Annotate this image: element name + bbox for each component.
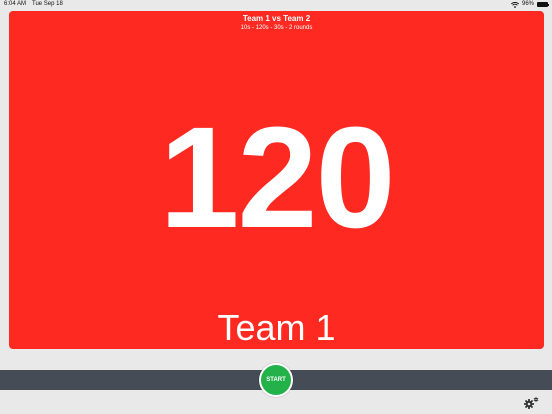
wifi-icon: [510, 1, 519, 8]
status-left: 6:04 AM Tue Sep 18: [4, 0, 63, 9]
battery-percent: 96%: [521, 1, 534, 7]
match-title: Team 1 vs Team 2: [242, 14, 311, 23]
current-team-name: Team 1: [217, 307, 336, 348]
battery-icon: [537, 2, 549, 7]
status-date: Tue Sep 18: [32, 1, 63, 7]
gear-icon[interactable]: [522, 396, 540, 410]
status-time: 6:04 AM: [4, 1, 27, 7]
battery-level-fill: [538, 3, 547, 6]
status-right: 96%: [510, 0, 549, 9]
timer-panel: Team 1 vs Team 2 10s - 120s - 30s - 2 ro…: [9, 11, 544, 349]
match-settings-summary: 10s - 120s - 30s - 2 rounds: [240, 25, 313, 31]
status-bar: 6:04 AM Tue Sep 18 96%: [0, 0, 552, 9]
start-button[interactable]: START: [259, 363, 293, 397]
countdown-value: 120: [159, 97, 395, 258]
start-button-label: START: [266, 377, 286, 383]
